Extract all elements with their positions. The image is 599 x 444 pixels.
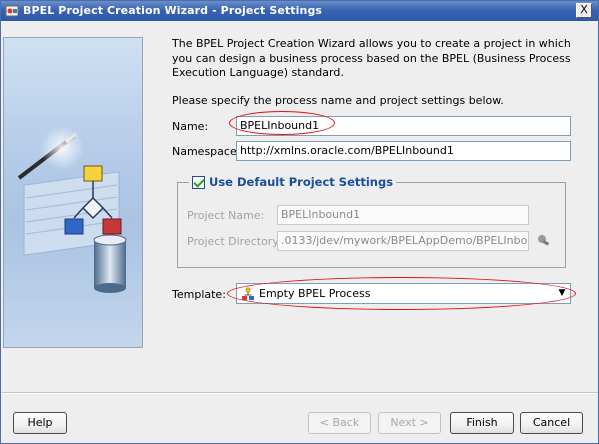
template-select[interactable]: Empty BPEL Process ▼ (236, 283, 571, 304)
bpel-illustration-image (17, 126, 127, 293)
namespace-field[interactable]: http://xmlns.oracle.com/BPELInbound1 (236, 141, 571, 161)
finish-button-label: Finish (466, 416, 498, 429)
default-settings-legend: Use Default Project Settings (189, 174, 397, 190)
chevron-down-icon[interactable]: ▼ (556, 287, 568, 300)
intro-text: The BPEL Project Creation Wizard allows … (172, 37, 571, 79)
wizard-window: BPEL Project Creation Wizard - Project S… (0, 0, 599, 444)
instructions-text: Please specify the process name and proj… (172, 94, 504, 107)
template-selected-value: Empty BPEL Process (259, 287, 371, 300)
bpel-process-icon (242, 287, 254, 300)
project-name-label: Project Name: (187, 209, 265, 222)
cancel-button-label: Cancel (532, 416, 571, 429)
project-directory-field[interactable]: .0133/jdev/mywork/BPELAppDemo/BPELInboun… (277, 231, 529, 251)
project-name-field[interactable]: BPELInbound1 (277, 205, 529, 225)
button-separator (1, 392, 598, 394)
back-button[interactable]: < Back (308, 412, 371, 434)
namespace-label: Namespace: (172, 145, 241, 158)
browse-flashlight-icon[interactable] (537, 234, 551, 246)
default-settings-group (177, 182, 566, 268)
name-label: Name: (172, 120, 208, 133)
name-label-text: Name: (172, 120, 209, 133)
help-button[interactable]: Help (13, 412, 67, 434)
window-title: BPEL Project Creation Wizard - Project S… (23, 4, 323, 17)
cancel-button[interactable]: Cancel (520, 412, 583, 434)
back-button-label: < Back (319, 416, 360, 429)
use-default-settings-label[interactable]: Use Default Project Settings (209, 175, 393, 189)
project-directory-label: Project Directory: (187, 235, 282, 248)
use-default-settings-checkbox[interactable] (192, 175, 205, 189)
close-button[interactable]: X (576, 3, 592, 18)
next-button-label: Next > (390, 416, 429, 429)
next-button[interactable]: Next > (378, 412, 441, 434)
wizard-body: The BPEL Project Creation Wizard allows … (1, 21, 598, 443)
template-label: Template: (172, 288, 226, 301)
help-button-label: Help (27, 416, 53, 429)
wizard-app-icon (5, 5, 19, 17)
wizard-illustration (3, 37, 143, 348)
close-icon: X (580, 3, 588, 16)
finish-button[interactable]: Finish (450, 412, 514, 434)
title-bar[interactable]: BPEL Project Creation Wizard - Project S… (1, 1, 598, 21)
name-field[interactable]: BPELInbound1 (236, 116, 571, 136)
